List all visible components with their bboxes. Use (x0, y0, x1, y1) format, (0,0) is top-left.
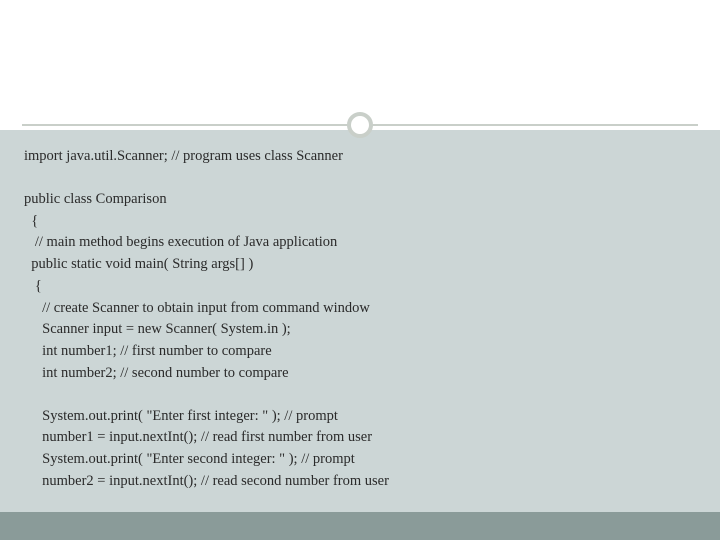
code-line: System.out.print( "Enter second integer:… (24, 449, 696, 471)
footer-bar (0, 512, 720, 540)
code-line: public class Comparison (24, 189, 696, 211)
code-line: int number2; // second number to compare (24, 363, 696, 385)
code-line: public static void main( String args[] ) (24, 254, 696, 276)
blank-line (24, 168, 696, 189)
code-line: // create Scanner to obtain input from c… (24, 298, 696, 320)
code-line: int number1; // first number to compare (24, 341, 696, 363)
blank-line (24, 385, 696, 406)
header-area (0, 0, 720, 130)
code-line: import java.util.Scanner; // program use… (24, 146, 696, 168)
code-line: { (24, 276, 696, 298)
code-line: System.out.print( "Enter first integer: … (24, 406, 696, 428)
code-line: Scanner input = new Scanner( System.in )… (24, 319, 696, 341)
code-line: number2 = input.nextInt(); // read secon… (24, 471, 696, 493)
code-line: number1 = input.nextInt(); // read first… (24, 427, 696, 449)
slide: import java.util.Scanner; // program use… (0, 0, 720, 540)
code-line: { (24, 211, 696, 233)
code-line: // main method begins execution of Java … (24, 232, 696, 254)
code-block: import java.util.Scanner; // program use… (24, 146, 696, 493)
circle-decoration (347, 112, 373, 138)
